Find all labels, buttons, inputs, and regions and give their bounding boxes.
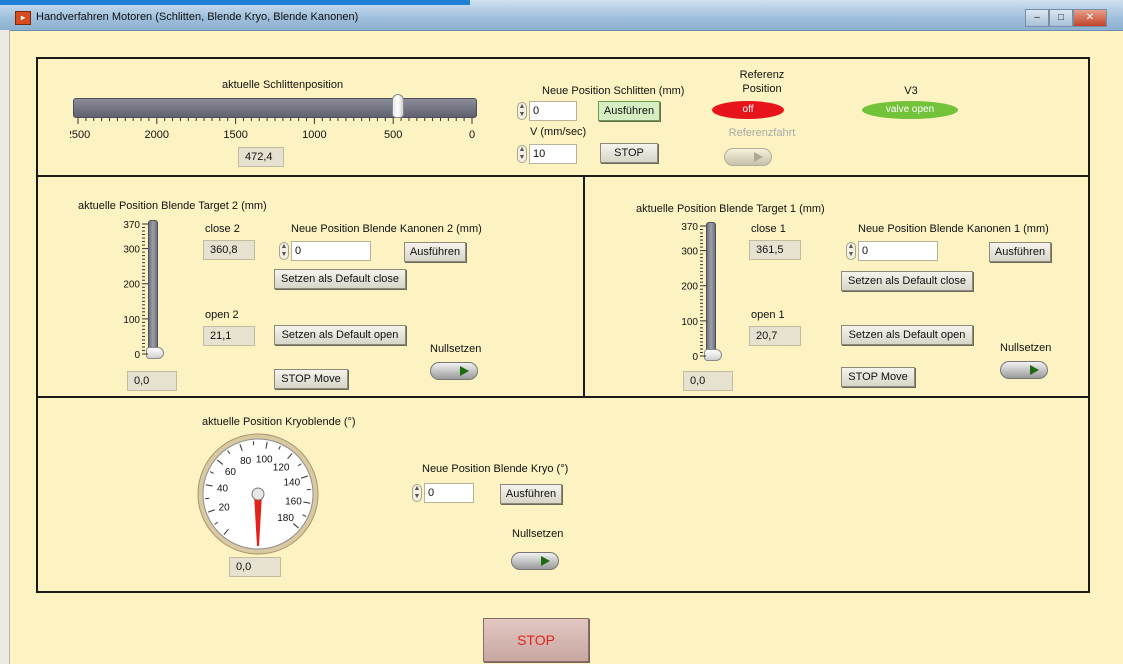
target1-nullsetzen-toggle[interactable]	[1000, 361, 1048, 379]
window-controls: – □ ✕	[1025, 9, 1107, 27]
divider-top	[38, 175, 1088, 177]
kryo-dial[interactable]: 20 40 6080 100120 140 160 180	[196, 432, 320, 556]
target2-ausfuehren-button[interactable]: Ausführen	[404, 242, 466, 262]
minimize-icon[interactable]: –	[1025, 9, 1049, 27]
target2-close-label: close 2	[205, 223, 240, 235]
v3-valve-led: valve open	[862, 101, 958, 119]
schlitten-neue-position-label: Neue Position Schlitten (mm)	[542, 85, 685, 97]
dial-label: 40	[217, 484, 229, 495]
target2-current-position: 0,0	[127, 371, 177, 391]
referenzfahrt-label: Referenzfahrt	[728, 127, 796, 139]
taskbar-strip	[0, 0, 470, 5]
kryo-neue-position-label: Neue Position Blende Kryo (°)	[422, 463, 569, 475]
schlitten-scale: 2500 2000 1500 1000 500 0	[70, 118, 475, 141]
dial-label: 140	[283, 478, 300, 489]
maximize-icon[interactable]: □	[1049, 9, 1073, 27]
schlitten-scale-label: 1500	[223, 129, 247, 141]
schlitten-slider-track	[73, 98, 477, 118]
target1-stop-move-button[interactable]: STOP Move	[841, 367, 915, 387]
schlitten-position-input[interactable]: 0	[529, 101, 577, 121]
target2-open-label: open 2	[205, 309, 239, 321]
scale-label: 0	[692, 352, 698, 363]
schlitten-stop-button[interactable]: STOP	[600, 143, 658, 163]
target2-scale: 370 300 200 100 0	[123, 220, 148, 361]
close-icon[interactable]: ✕	[1073, 9, 1107, 27]
referenz-position-label: Referenz Position	[739, 69, 785, 95]
target1-position-input[interactable]: 0	[858, 241, 938, 261]
target2-title: aktuelle Position Blende Target 2 (mm)	[78, 200, 267, 212]
target2-setzen-open-button[interactable]: Setzen als Default open	[274, 325, 406, 345]
labview-icon: ▸	[15, 11, 31, 25]
target1-scale: 370 300 200 100 0	[681, 222, 706, 363]
referenzfahrt-toggle[interactable]	[724, 148, 772, 166]
target2-setzen-close-button[interactable]: Setzen als Default close	[274, 269, 406, 289]
window-left-edge	[0, 30, 10, 664]
schlitten-ausfuehren-button[interactable]: Ausführen	[598, 101, 660, 121]
scale-label: 300	[123, 245, 140, 256]
schlitten-current-position: 472,4	[238, 147, 284, 167]
dial-label: 20	[219, 502, 231, 513]
window-title: Handverfahren Motoren (Schlitten, Blende…	[36, 11, 359, 23]
target2-position-spinner[interactable]: ▲ ▼	[279, 242, 289, 260]
kryo-position-input[interactable]: 0	[424, 483, 474, 503]
kryo-ausfuehren-button[interactable]: Ausführen	[500, 484, 562, 504]
schlitten-position-spinner[interactable]: ▲ ▼	[517, 102, 527, 120]
scale-label: 370	[123, 220, 140, 231]
target1-position-spinner[interactable]: ▲ ▼	[846, 242, 856, 260]
target1-ausfuehren-button[interactable]: Ausführen	[989, 242, 1051, 262]
dial-label: 160	[285, 496, 302, 507]
schlitten-slider-label: aktuelle Schlittenposition	[222, 79, 344, 91]
dial-label: 180	[277, 513, 294, 524]
dial-label: 120	[273, 462, 290, 473]
scale-label: 100	[681, 317, 698, 328]
scale-label: 100	[123, 315, 140, 326]
target1-title: aktuelle Position Blende Target 1 (mm)	[636, 203, 825, 215]
divider-middle	[38, 396, 1088, 398]
target2-stop-move-button[interactable]: STOP Move	[274, 369, 348, 389]
target2-position-input[interactable]: 0	[291, 241, 371, 261]
target1-close-label: close 1	[751, 223, 786, 235]
kryo-title: aktuelle Position Kryoblende (°)	[202, 416, 356, 428]
target1-open-value: 20,7	[749, 326, 801, 346]
dial-label: 60	[225, 467, 237, 478]
divider-vertical	[583, 177, 585, 396]
target1-nullsetzen-label: Nullsetzen	[1000, 342, 1052, 354]
referenz-position-led: off	[712, 101, 784, 119]
target1-close-value: 361,5	[749, 240, 801, 260]
scale-label: 200	[123, 280, 140, 291]
scale-label: 370	[681, 222, 698, 233]
target2-open-value: 21,1	[203, 326, 255, 346]
v3-label: V3	[904, 85, 918, 97]
target2-neue-position-label: Neue Position Blende Kanonen 2 (mm)	[291, 223, 482, 235]
dial-hub	[251, 487, 265, 501]
schlitten-scale-label: 2000	[145, 129, 169, 141]
scale-label: 200	[681, 282, 698, 293]
main-stop-button[interactable]: STOP	[483, 618, 589, 662]
schlitten-scale-label: 2500	[70, 129, 90, 141]
schlitten-v-input[interactable]: 10	[529, 144, 577, 164]
kryo-position-spinner[interactable]: ▲ ▼	[412, 484, 422, 502]
target1-current-position: 0,0	[683, 371, 733, 391]
kryo-nullsetzen-label: Nullsetzen	[512, 528, 564, 540]
schlitten-scale-label: 0	[469, 129, 475, 141]
target1-open-label: open 1	[751, 309, 785, 321]
schlitten-v-spinner[interactable]: ▲ ▼	[517, 145, 527, 163]
target2-close-value: 360,8	[203, 240, 255, 260]
scale-label: 300	[681, 247, 698, 258]
target2-nullsetzen-toggle[interactable]	[430, 362, 478, 380]
scale-label: 0	[134, 350, 140, 361]
dial-label: 100	[256, 455, 273, 466]
target1-setzen-close-button[interactable]: Setzen als Default close	[841, 271, 973, 291]
window-titlebar: ▸ Handverfahren Motoren (Schlitten, Blen…	[0, 0, 1123, 31]
target1-neue-position-label: Neue Position Blende Kanonen 1 (mm)	[858, 223, 1049, 235]
kryo-nullsetzen-toggle[interactable]	[511, 552, 559, 570]
kryo-current-position: 0,0	[229, 557, 281, 577]
schlitten-scale-label: 1000	[302, 129, 326, 141]
schlitten-scale-label: 500	[384, 129, 402, 141]
schlitten-v-label: V (mm/sec)	[530, 126, 587, 138]
schlitten-slider-thumb[interactable]	[391, 94, 404, 118]
target2-nullsetzen-label: Nullsetzen	[430, 343, 482, 355]
target1-setzen-open-button[interactable]: Setzen als Default open	[841, 325, 973, 345]
dial-label: 80	[240, 456, 252, 467]
